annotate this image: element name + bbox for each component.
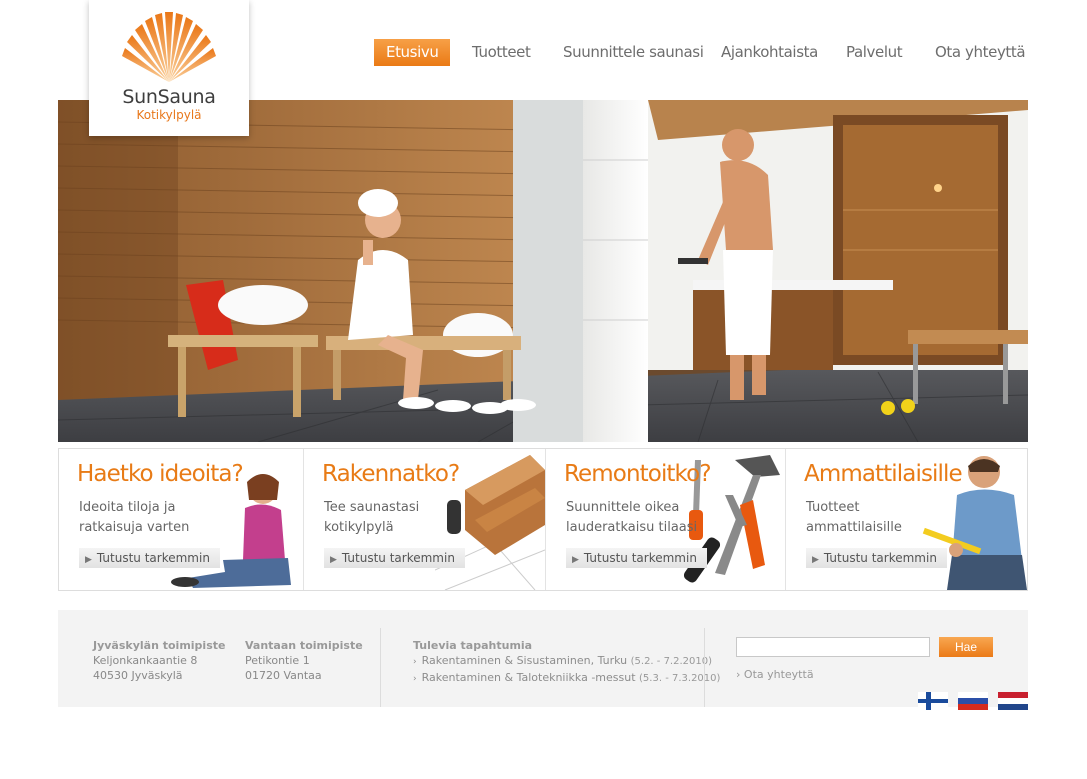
events-list: Tulevia tapahtumia › Rakentaminen & Sisus… xyxy=(413,638,720,687)
learn-more-label: Tutustu tarkemmin xyxy=(341,551,455,565)
chevron-right-icon: › xyxy=(413,674,417,684)
divider xyxy=(380,628,381,707)
logo-subtitle: Kotikylpylä xyxy=(136,108,202,122)
office-city: 40530 Jyväskylä xyxy=(93,669,183,682)
nav-ajankohtaista[interactable]: Ajankohtaista xyxy=(721,39,818,66)
event-link[interactable]: › Rakentaminen & Sisustaminen, Turku (5.2… xyxy=(413,653,720,670)
learn-more-button[interactable]: ▶ Tutustu tarkemmin xyxy=(566,548,707,568)
teaser-professionals[interactable]: Ammattilaisille Tuotteet ammattilaisille… xyxy=(786,449,1027,590)
office-vantaa: Vantaan toimipiste Petikontie 1 01720 Va… xyxy=(245,638,363,683)
teaser-title: Haetko ideoita? xyxy=(77,461,244,487)
event-link[interactable]: › Rakentaminen & Talotekniikka -messut (5… xyxy=(413,670,720,687)
teaser-renovating[interactable]: Remontoitko? Suunnittele oikea lauderatk… xyxy=(546,449,786,590)
teaser-desc-line: lauderatkaisu tilaasi xyxy=(566,520,698,535)
event-date: (5.2. - 7.2.2010) xyxy=(630,656,713,667)
learn-more-label: Tutustu tarkemmin xyxy=(96,551,210,565)
nav-palvelut[interactable]: Palvelut xyxy=(846,39,903,66)
teaser-desc: Tee saunastasi kotikylpylä xyxy=(324,498,454,538)
event-name: Rakentaminen & Sisustaminen, Turku xyxy=(421,654,628,667)
teaser-desc-line: ratkaisuja varten xyxy=(79,520,190,535)
chevron-right-icon: › xyxy=(736,668,744,681)
chevron-right-icon: ▶ xyxy=(572,555,579,565)
nav-suunnittele-saunasi[interactable]: Suunnittele saunasi xyxy=(563,39,704,66)
chevron-right-icon: ▶ xyxy=(812,555,819,565)
teaser-ideas[interactable]: Haetko ideoita? Ideoita tiloja ja ratkai… xyxy=(59,449,304,590)
office-heading: Jyväskylän toimipiste xyxy=(93,639,226,652)
office-street: Keljonkankaantie 8 xyxy=(93,654,198,667)
event-date: (5.3. - 7.3.2010) xyxy=(639,673,721,684)
sun-fan-icon xyxy=(122,12,216,82)
teaser-title: Ammattilaisille xyxy=(804,461,963,487)
nav-ota-yhteytta[interactable]: Ota yhteyttä xyxy=(935,39,1026,66)
teaser-row: Haetko ideoita? Ideoita tiloja ja ratkai… xyxy=(58,448,1028,591)
search-button[interactable]: Hae xyxy=(939,637,993,657)
events-heading: Tulevia tapahtumia xyxy=(413,639,533,652)
teaser-desc: Ideoita tiloja ja ratkaisuja varten xyxy=(79,498,209,538)
hero-image xyxy=(58,100,1028,442)
learn-more-button[interactable]: ▶ Tutustu tarkemmin xyxy=(806,548,947,568)
office-jyvaskyla: Jyväskylän toimipiste Keljonkankaantie 8… xyxy=(93,638,225,683)
dutch-flag-icon[interactable] xyxy=(998,692,1028,710)
nav-tuotteet[interactable]: Tuotteet xyxy=(472,39,531,66)
teaser-desc-line: Suunnittele oikea xyxy=(566,500,680,515)
teaser-desc-line: kotikylpylä xyxy=(324,520,394,535)
teaser-title: Remontoitko? xyxy=(564,461,712,487)
nav-etusivu[interactable]: Etusivu xyxy=(374,39,451,66)
teaser-desc: Tuotteet ammattilaisille xyxy=(806,498,936,538)
contact-link-label: Ota yhteyttä xyxy=(743,668,814,681)
office-street: Petikontie 1 xyxy=(245,654,310,667)
finnish-flag-icon[interactable] xyxy=(918,692,948,710)
divider xyxy=(704,628,705,707)
learn-more-button[interactable]: ▶ Tutustu tarkemmin xyxy=(324,548,465,568)
chevron-right-icon: › xyxy=(413,657,417,667)
office-city: 01720 Vantaa xyxy=(245,669,322,682)
teaser-desc-line: Tee saunastasi xyxy=(324,500,420,515)
logo-brand: SunSauna xyxy=(122,86,216,108)
teaser-desc: Suunnittele oikea lauderatkaisu tilaasi xyxy=(566,498,726,538)
office-heading: Vantaan toimipiste xyxy=(245,639,363,652)
chevron-right-icon: ▶ xyxy=(85,555,92,565)
teaser-title: Rakennatko? xyxy=(322,461,460,487)
russian-flag-icon[interactable] xyxy=(958,692,988,710)
contact-link[interactable]: › Ota yhteyttä xyxy=(736,668,814,681)
teaser-building[interactable]: Rakennatko? Tee saunastasi kotikylpylä ▶… xyxy=(304,449,546,590)
learn-more-label: Tutustu tarkemmin xyxy=(823,551,937,565)
learn-more-button[interactable]: ▶ Tutustu tarkemmin xyxy=(79,548,220,568)
search-input[interactable] xyxy=(736,637,930,657)
chevron-right-icon: ▶ xyxy=(330,555,337,565)
teaser-desc-line: Tuotteet xyxy=(806,500,860,515)
site-logo[interactable]: SunSauna Kotikylpylä xyxy=(89,0,249,136)
learn-more-label: Tutustu tarkemmin xyxy=(583,551,697,565)
site-footer: Jyväskylän toimipiste Keljonkankaantie 8… xyxy=(58,610,1028,707)
event-name: Rakentaminen & Talotekniikka -messut xyxy=(421,671,636,684)
teaser-desc-line: Ideoita tiloja ja xyxy=(79,500,176,515)
teaser-desc-line: ammattilaisille xyxy=(806,520,902,535)
